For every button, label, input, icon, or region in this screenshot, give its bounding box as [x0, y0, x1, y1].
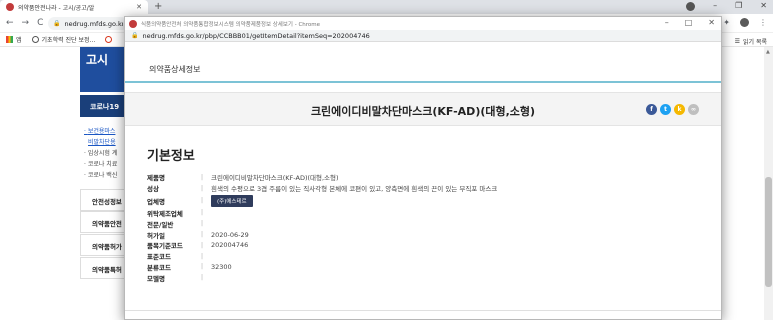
product-name-bar: 크린에이디비말차단마스크(KF-AD)(대형,소형) f t k ∞: [125, 92, 721, 126]
popup-minimize-button[interactable]: –: [665, 18, 669, 27]
info-row-product-name: 제품명 | 크린에이디비말차단마스크(KF-AD)(대형,소형): [147, 173, 339, 183]
popup-window-controls: – □ ✕: [665, 18, 715, 27]
avatar[interactable]: [740, 18, 749, 27]
new-tab-button[interactable]: +: [154, 1, 162, 12]
twitter-share-icon[interactable]: t: [660, 104, 671, 115]
popup-titlebar: 식품의약품안전처 의약품통합정보시스템 의약품제품정보 상세보기 - Chrom…: [125, 17, 721, 30]
back-arrow-icon[interactable]: ←: [6, 18, 14, 28]
minimize-button[interactable]: –: [713, 1, 717, 11]
reload-icon[interactable]: C: [37, 18, 43, 28]
tab-close-icon[interactable]: ✕: [136, 3, 142, 11]
window-controls: – ❐ ✕: [686, 1, 767, 11]
reading-list[interactable]: ☰ 읽기 목록: [735, 37, 767, 46]
maximize-button[interactable]: ❐: [735, 1, 742, 11]
bookmark-apps[interactable]: 앱: [6, 35, 22, 44]
chrome-icon: [129, 19, 137, 28]
browser-tab[interactable]: 의약품안전나라 - 고시/공고/알 ✕: [0, 0, 148, 14]
toolbar-actions: ✦ ⋮: [723, 18, 767, 27]
info-row-shape: 성상 | 흰색의 수평으로 3겹 주름이 있는 직사각형 본체에 코편이 있고, …: [147, 184, 498, 194]
company-button[interactable]: (주)에스테르: [211, 194, 253, 207]
info-row-item-code: 품목기준코드 | 202004746: [147, 241, 249, 251]
browser-tabstrip: 의약품안전나라 - 고시/공고/알 ✕ + – ❐ ✕: [0, 0, 773, 14]
section-title: 기본정보: [147, 149, 195, 164]
popup-close-button[interactable]: ✕: [708, 18, 715, 27]
popup-url: nedrug.mfds.go.kr/pbp/CCBBB01/getItemDet…: [142, 31, 370, 40]
lock-icon: 🔒: [131, 32, 139, 39]
site-favicon-icon: [6, 3, 14, 11]
info-row-company: 업체명 | (주)에스테르: [147, 194, 707, 208]
info-row-approval-date: 허가일 | 2020-06-29: [147, 230, 249, 240]
profile-icon[interactable]: [686, 2, 696, 11]
lock-icon: 🔒: [53, 20, 61, 27]
forward-arrow-icon[interactable]: →: [22, 18, 30, 28]
scrollbar-thumb[interactable]: [765, 177, 772, 287]
info-table: 제품명 | 크린에이디비말차단마스크(KF-AD)(대형,소형) 성상 | 흰색의 …: [147, 172, 707, 283]
globe-icon: [31, 36, 39, 43]
basic-info-section: 기본정보 제품명 | 크린에이디비말차단마스크(KF-AD)(대형,소형) 성상 |…: [147, 145, 707, 283]
popup-address-bar[interactable]: 🔒 nedrug.mfds.go.kr/pbp/CCBBB01/getItemD…: [125, 30, 721, 42]
page-scrollbar[interactable]: ▲: [764, 47, 773, 320]
page-title: 의약품상세정보: [149, 65, 201, 74]
reading-list-icon: ☰: [734, 38, 740, 45]
info-row-class-code: 분류코드 | 32300: [147, 262, 232, 272]
bookmark-item[interactable]: 기초학력 진단 보정...: [31, 35, 95, 44]
facebook-share-icon[interactable]: f: [646, 104, 657, 115]
tab-title: 의약품안전나라 - 고시/공고/알: [18, 4, 95, 12]
product-name: 크린에이디비말차단마스크(KF-AD)(대형,소형): [310, 105, 536, 118]
apps-grid-icon: [6, 36, 13, 43]
bookmark-item[interactable]: [105, 36, 113, 43]
scroll-up-icon[interactable]: ▲: [766, 49, 770, 55]
info-row-standard-code: 표준코드 |: [147, 252, 204, 262]
divider: [125, 310, 721, 311]
popup-window-title: 식품의약품안전처 의약품통합정보시스템 의약품제품정보 상세보기 - Chrom…: [141, 21, 321, 28]
extensions-icon[interactable]: ✦: [723, 18, 730, 27]
info-row-type: 전문/일반 |: [147, 220, 204, 229]
info-row-consignment: 위탁제조업체 |: [147, 209, 204, 218]
link-share-icon[interactable]: ∞: [688, 104, 699, 115]
bookmark-logo-icon: [105, 36, 113, 43]
address-bar-url: nedrug.mfds.go.kr: [64, 19, 123, 28]
close-window-button[interactable]: ✕: [760, 1, 767, 11]
product-detail-popup: 식품의약품안전처 의약품통합정보시스템 의약품제품정보 상세보기 - Chrom…: [124, 16, 722, 320]
share-buttons: f t k ∞: [646, 104, 699, 115]
address-bar[interactable]: 🔒 nedrug.mfds.go.kr: [48, 17, 128, 30]
popup-maximize-button[interactable]: □: [685, 18, 693, 27]
menu-kebab-icon[interactable]: ⋮: [759, 18, 767, 27]
popup-header: 의약품상세정보: [125, 43, 721, 83]
info-row-model: 모델명 |: [147, 274, 204, 283]
kakao-share-icon[interactable]: k: [674, 104, 685, 115]
